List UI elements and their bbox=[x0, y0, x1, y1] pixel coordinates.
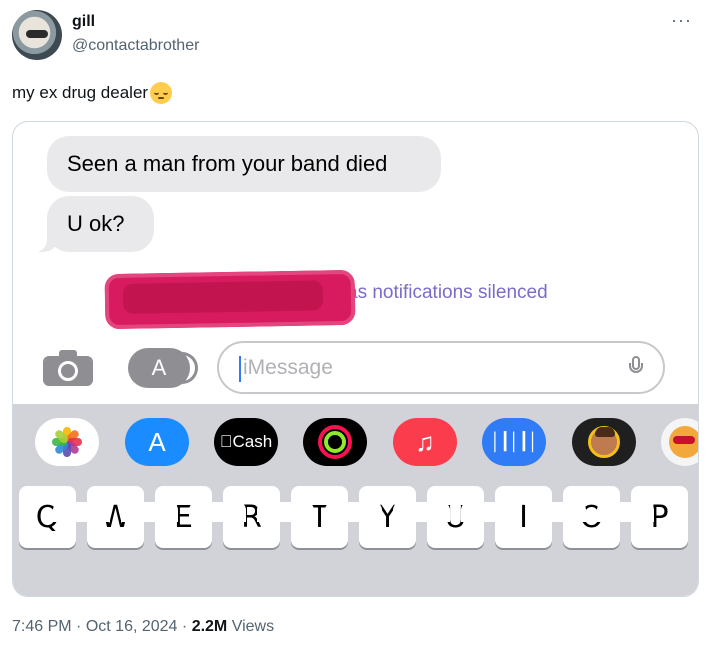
app-store-glyph: A bbox=[148, 426, 166, 457]
keyboard-key[interactable] bbox=[189, 502, 246, 522]
microphone-icon[interactable] bbox=[629, 356, 643, 378]
notifications-silenced-notice: as notifications silenced bbox=[347, 282, 548, 303]
display-name[interactable]: gill bbox=[72, 13, 95, 31]
activity-rings-icon[interactable] bbox=[303, 418, 367, 466]
separator: · bbox=[181, 618, 188, 635]
relieved-face-icon bbox=[150, 82, 173, 104]
tweet-body: my ex drug dealer bbox=[12, 83, 149, 102]
tweet-text: my ex drug dealer bbox=[12, 82, 173, 104]
imessage-input[interactable] bbox=[243, 353, 613, 383]
photos-icon[interactable] bbox=[35, 418, 99, 466]
keyboard-key[interactable] bbox=[597, 502, 654, 522]
sticker-icon[interactable] bbox=[661, 418, 698, 466]
audio-glyph: │┃│┃│ bbox=[490, 432, 538, 451]
app-store-icon[interactable]: A bbox=[125, 418, 189, 466]
keyboard-key[interactable] bbox=[461, 502, 518, 522]
avatar-figure bbox=[26, 30, 48, 38]
message-text: Seen a man from your band died bbox=[67, 151, 388, 176]
tweet-date[interactable]: Oct 16, 2024 bbox=[86, 618, 178, 635]
keyboard-key[interactable] bbox=[325, 502, 382, 522]
music-glyph: ♫ bbox=[415, 426, 435, 457]
camera-icon[interactable] bbox=[43, 350, 93, 386]
tweet-media-image[interactable]: Seen a man from your band died U ok? as … bbox=[12, 121, 699, 597]
apple-cash-icon[interactable]: Cash bbox=[214, 418, 278, 466]
text-cursor bbox=[239, 356, 241, 382]
app-store-glyph: A bbox=[151, 355, 167, 380]
imessage-app-strip: A Cash ♫ │┃│┃│ bbox=[13, 418, 698, 470]
keyboard-key[interactable] bbox=[121, 502, 178, 522]
tweet-meta: 7:46 PM · Oct 16, 2024 · 2.2M Views bbox=[12, 618, 274, 636]
message-input-field[interactable] bbox=[217, 341, 665, 394]
tweet-time[interactable]: 7:46 PM bbox=[12, 618, 72, 635]
music-icon[interactable]: ♫ bbox=[393, 418, 457, 466]
apple-cash-label: Cash bbox=[220, 432, 272, 451]
keyboard-key[interactable] bbox=[393, 502, 450, 522]
redaction-scribble bbox=[104, 269, 356, 330]
more-options-icon[interactable]: ··· bbox=[671, 10, 692, 31]
message-bubble: Seen a man from your band died bbox=[47, 136, 441, 192]
memoji-icon[interactable] bbox=[572, 418, 636, 466]
user-handle[interactable]: @contactabrother bbox=[72, 37, 199, 55]
separator: · bbox=[76, 618, 82, 635]
views-label: Views bbox=[231, 618, 275, 635]
views-count: 2.2M bbox=[191, 618, 228, 635]
keyboard-key[interactable] bbox=[529, 502, 586, 522]
avatar[interactable] bbox=[12, 10, 62, 60]
message-bubble: U ok? bbox=[33, 196, 154, 252]
message-text: U ok? bbox=[67, 211, 125, 236]
keyboard-area: A Cash ♫ │┃│┃│ Q W E R T Y U I O P bbox=[13, 404, 698, 596]
keyboard-row-2-partial bbox=[13, 502, 698, 522]
keyboard-key[interactable] bbox=[53, 502, 110, 522]
app-store-button-icon[interactable]: A bbox=[128, 348, 198, 388]
audio-message-icon[interactable]: │┃│┃│ bbox=[482, 418, 546, 466]
keyboard-key[interactable] bbox=[257, 502, 314, 522]
